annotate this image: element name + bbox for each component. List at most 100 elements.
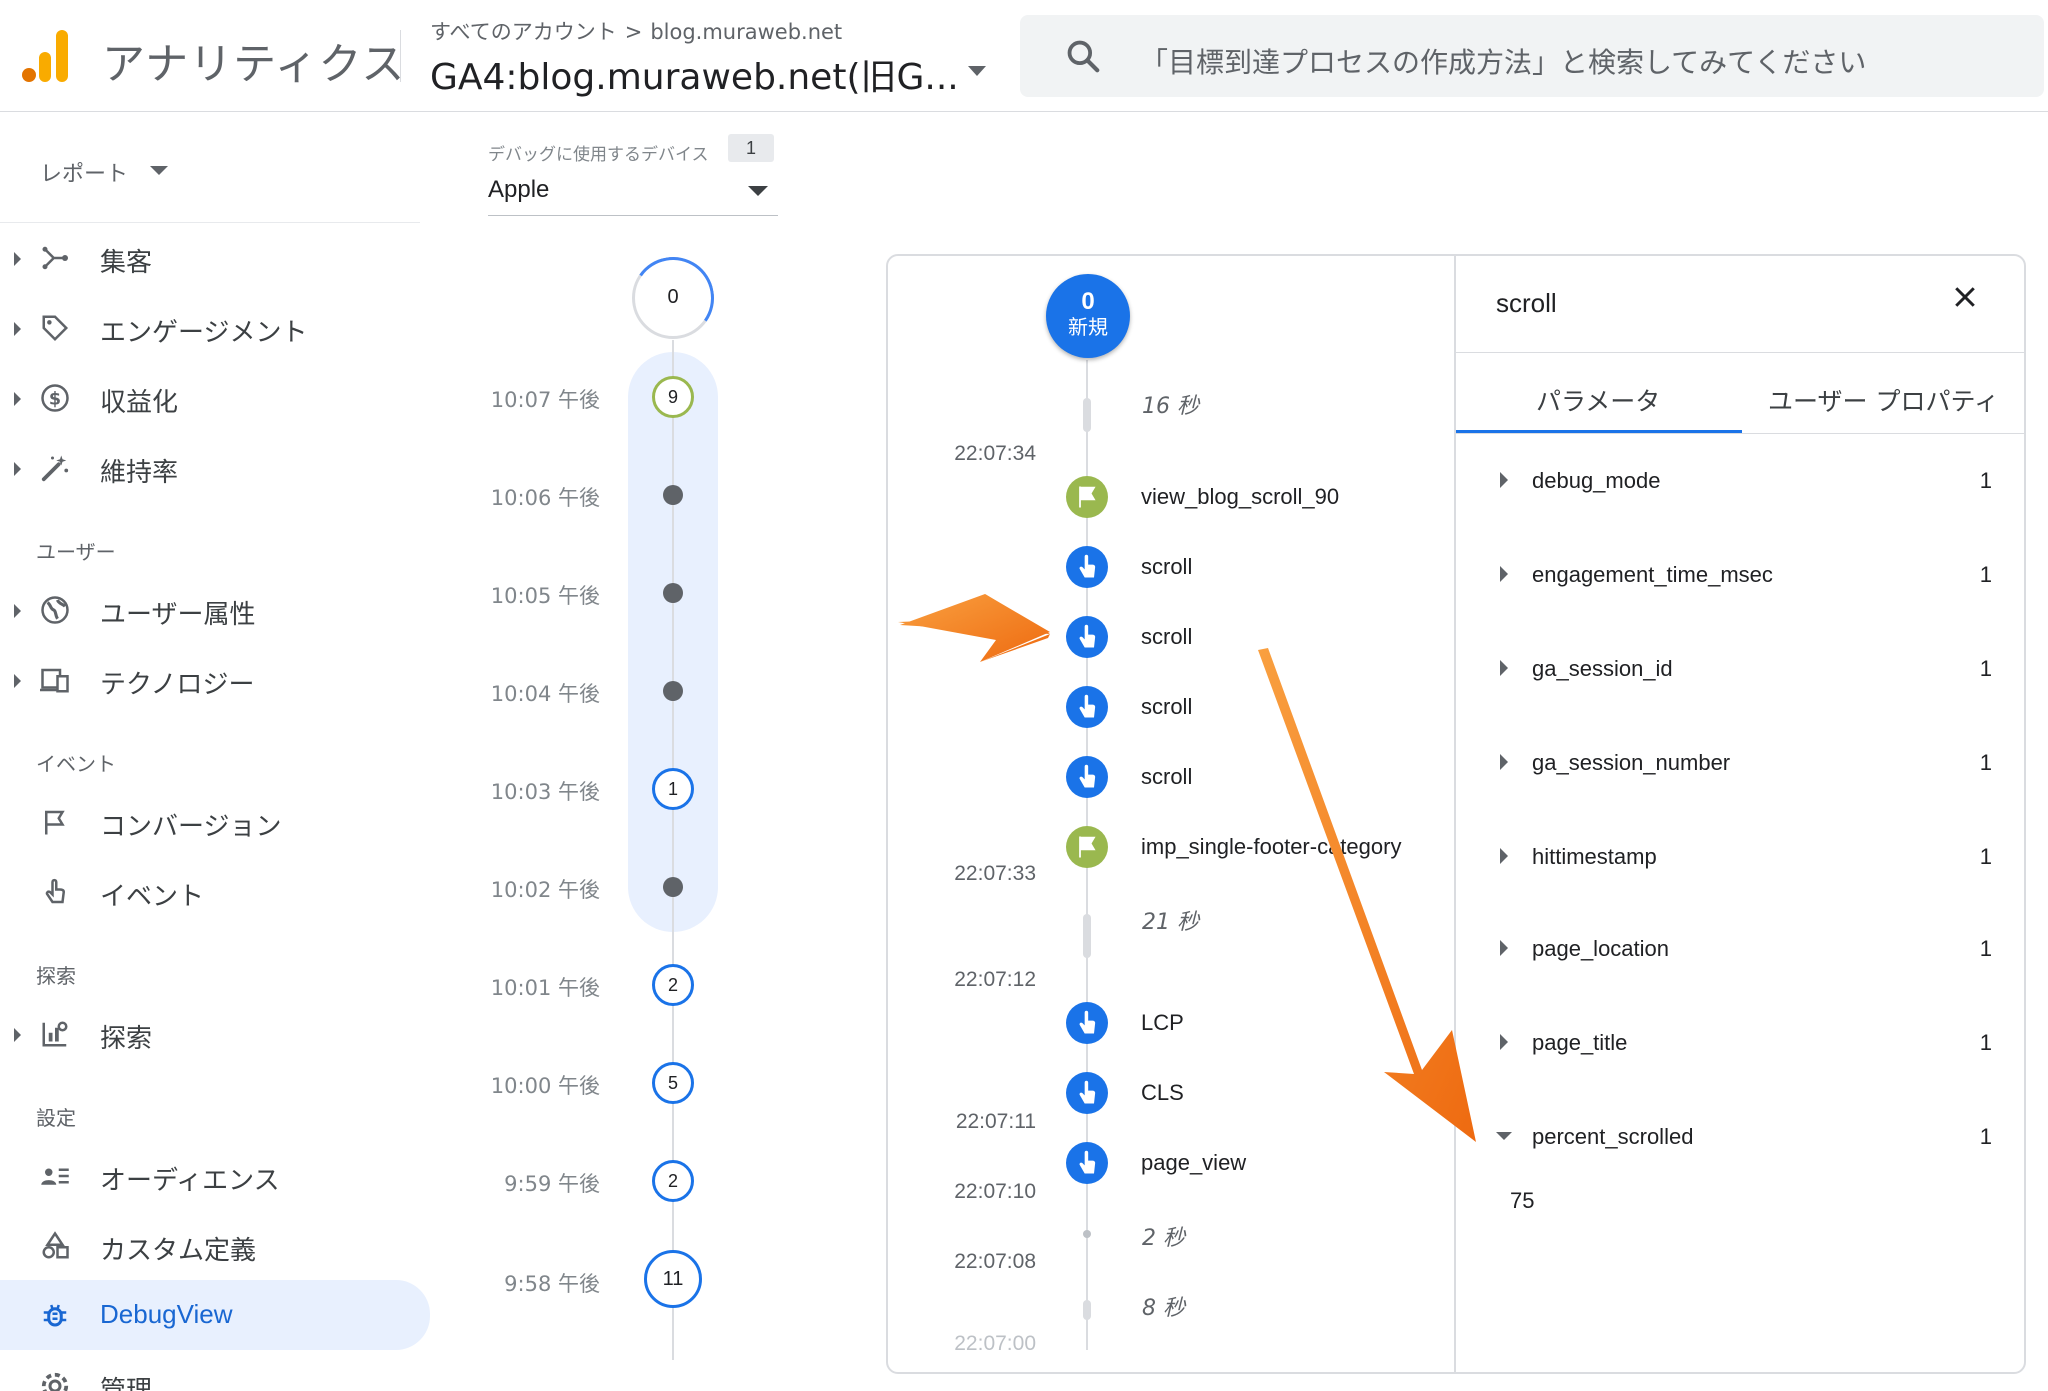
param-row[interactable]: ga_session_number 1 [1456, 744, 2024, 784]
device-select[interactable]: Apple [488, 172, 778, 216]
sidebar-item-admin[interactable]: 管理 [0, 1356, 430, 1391]
minute-dot[interactable] [663, 485, 683, 505]
minute-dot[interactable] [663, 877, 683, 897]
touch-icon[interactable] [1066, 1072, 1108, 1114]
param-count: 1 [1979, 562, 1992, 587]
param-row[interactable]: debug_mode 1 [1456, 462, 2024, 502]
minute-count-badge[interactable]: 2 [652, 1160, 694, 1202]
session-start-badge[interactable]: 0 新規 [1046, 274, 1130, 358]
param-name: ga_session_number [1532, 750, 1731, 775]
expand-arrow-icon[interactable] [1500, 660, 1508, 676]
touch-icon[interactable] [1066, 686, 1108, 728]
param-value: 75 [1510, 1188, 1535, 1213]
sidebar-item-custom-definitions[interactable]: カスタム定義 [0, 1216, 430, 1276]
sidebar-item-events[interactable]: イベント [0, 862, 430, 922]
sidebar-item-debugview[interactable]: DebugView [0, 1280, 430, 1350]
param-row[interactable]: hittimestamp 1 [1456, 838, 2024, 878]
event-name[interactable]: scroll [1141, 764, 1192, 790]
param-count: 1 [1979, 844, 1992, 869]
sidebar-item-demographics[interactable]: ユーザー属性 [0, 580, 430, 640]
touch-icon[interactable] [1066, 616, 1108, 658]
minute-dot[interactable] [663, 681, 683, 701]
sidebar-item-label: カスタム定義 [100, 1236, 257, 1266]
param-row[interactable]: engagement_time_msec 1 [1456, 556, 2024, 596]
breadcrumb[interactable]: すべてのアカウント > blog.muraweb.net [430, 16, 842, 46]
timeline-gap-marker [1083, 1230, 1091, 1238]
sidebar-item-explore[interactable]: 探索 [0, 1004, 430, 1064]
expand-arrow-icon[interactable] [1500, 848, 1508, 864]
param-row-expanded[interactable]: percent_scrolled 1 [1456, 1118, 2024, 1158]
event-name[interactable]: view_blog_scroll_90 [1141, 484, 1339, 510]
minute-time: 10:02 午後 [490, 878, 600, 902]
property-selector[interactable]: GA4:blog.muraweb.net(旧G... [430, 48, 959, 100]
expand-arrow-icon[interactable] [1500, 754, 1508, 770]
touch-icon[interactable] [1066, 546, 1108, 588]
event-name[interactable]: scroll [1141, 554, 1192, 580]
chevron-down-icon[interactable] [748, 186, 768, 196]
conversion-flag-icon[interactable] [1066, 826, 1108, 868]
event-detail-title: scroll [1496, 288, 1557, 318]
reports-menu[interactable]: レポート [40, 156, 128, 188]
search-icon [1067, 40, 1100, 73]
expand-arrow-icon[interactable] [1500, 940, 1508, 956]
event-name[interactable]: scroll [1141, 624, 1192, 650]
touch-icon[interactable] [1066, 756, 1108, 798]
event-timestamp: 22:07:11 [955, 1110, 1036, 1133]
seconds-panel [886, 254, 2026, 1374]
minute-dot[interactable] [663, 583, 683, 603]
breadcrumb-account[interactable]: すべてのアカウント [430, 20, 617, 44]
param-count: 1 [1979, 656, 1992, 681]
acquisition-icon [42, 246, 68, 270]
sidebar-item-acquisition[interactable]: 集客 [0, 228, 430, 288]
minute-count-badge[interactable]: 1 [652, 768, 694, 810]
search-bar[interactable]: 「目標到達プロセスの作成方法」と検索してみてください [1020, 15, 2044, 97]
event-name[interactable]: scroll [1141, 694, 1192, 720]
event-name[interactable]: page_view [1141, 1150, 1246, 1176]
expand-arrow-icon[interactable] [1500, 566, 1508, 582]
sidebar-item-audiences[interactable]: オーディエンス [0, 1146, 430, 1206]
param-row[interactable]: ga_session_id 1 [1456, 650, 2024, 690]
param-row[interactable]: page_location 1 [1456, 930, 2024, 970]
expand-arrow-icon[interactable] [1500, 472, 1508, 488]
param-count: 1 [1979, 1030, 1992, 1055]
analytics-logo-icon[interactable] [22, 30, 70, 82]
collapse-arrow-icon[interactable] [1496, 1132, 1512, 1140]
touch-icon[interactable] [1066, 1142, 1108, 1184]
sidebar-item-technology[interactable]: テクノロジー [0, 650, 430, 710]
param-name: engagement_time_msec [1532, 562, 1773, 587]
section-label-settings: 設定 [36, 1106, 76, 1130]
gap-duration: 8 秒 [1142, 1296, 1185, 1321]
minute-count-badge[interactable]: 9 [652, 376, 694, 418]
chevron-down-icon[interactable] [150, 166, 168, 175]
device-count-badge: 1 [728, 134, 774, 162]
param-name: percent_scrolled [1532, 1124, 1694, 1149]
sidebar-item-label: イベント [100, 882, 205, 912]
chevron-down-icon[interactable] [968, 66, 986, 76]
search-input[interactable]: 「目標到達プロセスの作成方法」と検索してみてください [1140, 41, 1866, 81]
minute-count-badge[interactable]: 5 [652, 1062, 694, 1104]
param-row[interactable]: page_title 1 [1456, 1024, 2024, 1064]
tab-user-properties[interactable]: ユーザー プロパティ [1768, 382, 1999, 418]
event-name[interactable]: imp_single-footer-category [1141, 834, 1401, 860]
param-count: 1 [1979, 750, 1992, 775]
sidebar-item-retention[interactable]: 維持率 [0, 438, 430, 498]
svg-text:$: $ [49, 389, 61, 409]
touch-icon[interactable] [1066, 1002, 1108, 1044]
sidebar-item-conversions[interactable]: コンバージョン [0, 792, 430, 852]
event-name[interactable]: LCP [1141, 1010, 1184, 1036]
conversion-flag-icon[interactable] [1066, 476, 1108, 518]
event-name[interactable]: CLS [1141, 1080, 1184, 1106]
close-icon[interactable] [1950, 282, 1980, 312]
tab-parameters[interactable]: パラメータ [1536, 382, 1660, 418]
sidebar-item-label: コンバージョン [100, 812, 282, 842]
minute-current[interactable]: 0 [625, 250, 721, 346]
minute-count-badge[interactable]: 11 [644, 1250, 702, 1308]
breadcrumb-property[interactable]: blog.muraweb.net [650, 20, 842, 44]
sidebar-item-engagement[interactable]: エンゲージメント [0, 298, 430, 358]
sidebar-item-monetization[interactable]: $ 収益化 [0, 368, 430, 428]
gear-icon [41, 1372, 69, 1391]
expand-arrow-icon[interactable] [1500, 1034, 1508, 1050]
minute-time: 10:06 午後 [490, 486, 600, 510]
header-divider [400, 30, 401, 82]
minute-count-badge[interactable]: 2 [652, 964, 694, 1006]
